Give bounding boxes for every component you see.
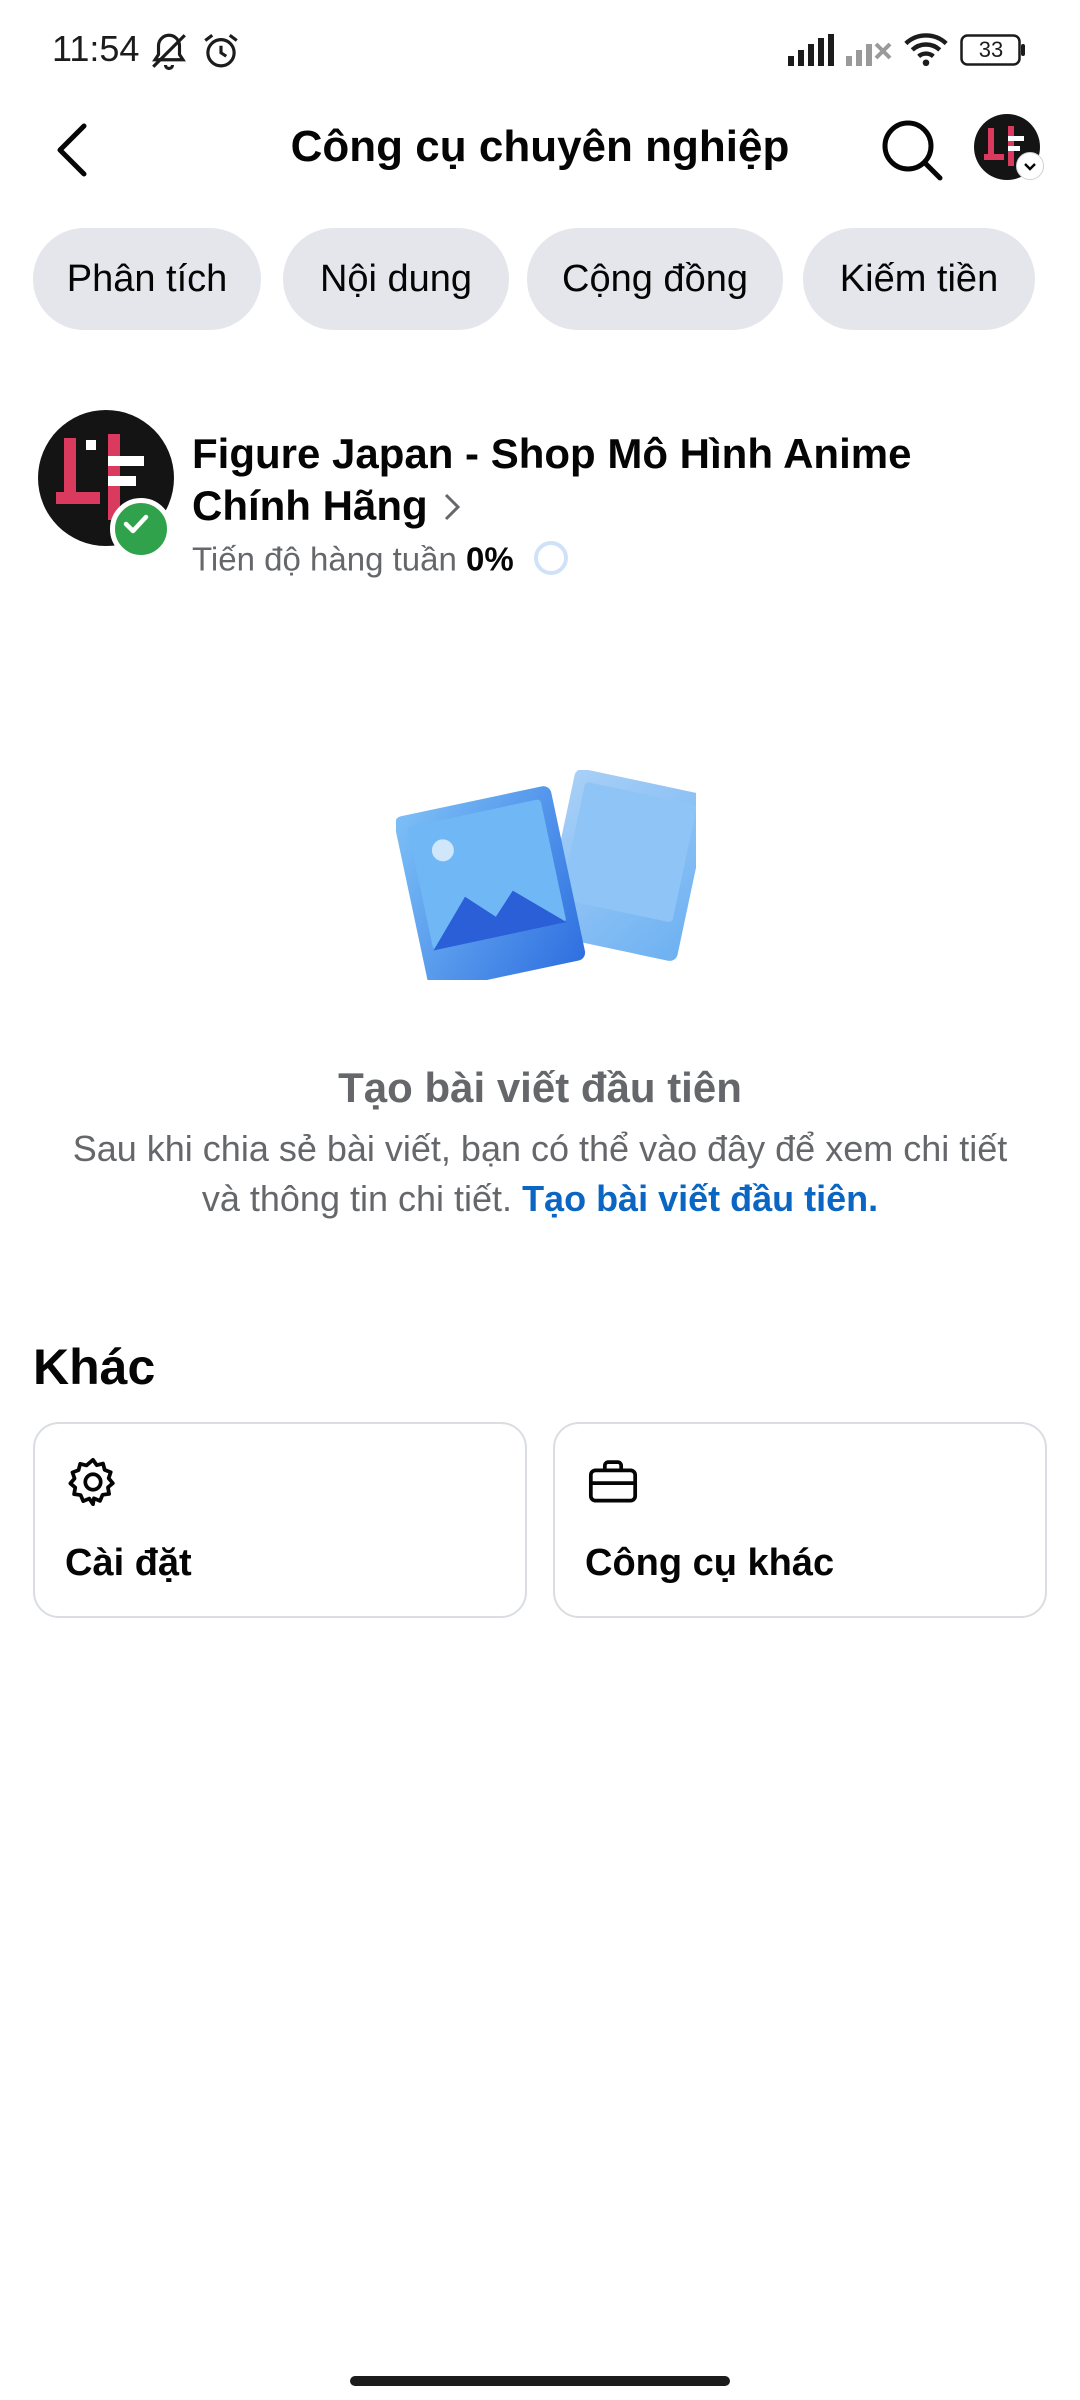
status-time: 11:54 [52,28,140,69]
photos-illustration-icon [394,768,710,991]
tab-monetization[interactable]: Kiếm tiền [803,228,1035,330]
tab-community[interactable]: Cộng đồng [527,228,783,330]
gear-icon [65,1454,121,1510]
tab-label: Nội dung [319,258,473,300]
section-title-other: Khác [33,1339,156,1395]
search-button[interactable] [876,114,948,186]
signal-no-service-icon [846,34,892,71]
tab-analytics[interactable]: Phân tích [33,228,261,330]
settings-card[interactable]: Cài đặt [33,1422,527,1618]
tab-label: Kiếm tiền [839,258,999,300]
search-icon [882,120,943,181]
progress-ring-icon [531,538,571,586]
empty-state-title: Tạo bài viết đầu tiên [338,1064,742,1111]
weekly-progress-label: Tiến độ hàng tuần [192,540,457,578]
weekly-progress-value: 0% [466,540,514,578]
wifi-icon [904,30,948,73]
weekly-progress: Tiến độ hàng tuần 0% [192,538,571,586]
other-tools-card[interactable]: Công cụ khác [553,1422,1047,1618]
top-app-bar: Công cụ chuyên nghiệp [0,100,1080,200]
alarm-icon [200,30,242,77]
create-first-post-link[interactable]: Tạo bài viết đầu tiên. [522,1178,878,1219]
tab-label: Cộng đồng [562,258,748,300]
tab-label: Phân tích [66,258,228,300]
chevron-right-icon [442,483,462,535]
verified-badge-icon [110,498,172,560]
status-bar: 11:54 33 [0,0,1080,100]
home-indicator[interactable] [350,2376,730,2386]
briefcase-icon [585,1454,641,1510]
tab-content[interactable]: Nội dung [283,228,509,330]
battery-level: 33 [978,37,1004,62]
page-name-link[interactable]: Figure Japan - Shop Mô Hình Anime Chính … [192,428,1012,535]
page-name: Figure Japan - Shop Mô Hình Anime Chính … [192,430,912,529]
mute-notifications-icon [148,30,190,77]
chevron-down-icon [1016,152,1044,180]
empty-state-description: Sau khi chia sẻ bài viết, bạn có thể vào… [60,1124,1020,1224]
other-tools-label: Công cụ khác [585,1542,835,1584]
settings-label: Cài đặt [65,1542,192,1584]
signal-icon [788,34,834,71]
